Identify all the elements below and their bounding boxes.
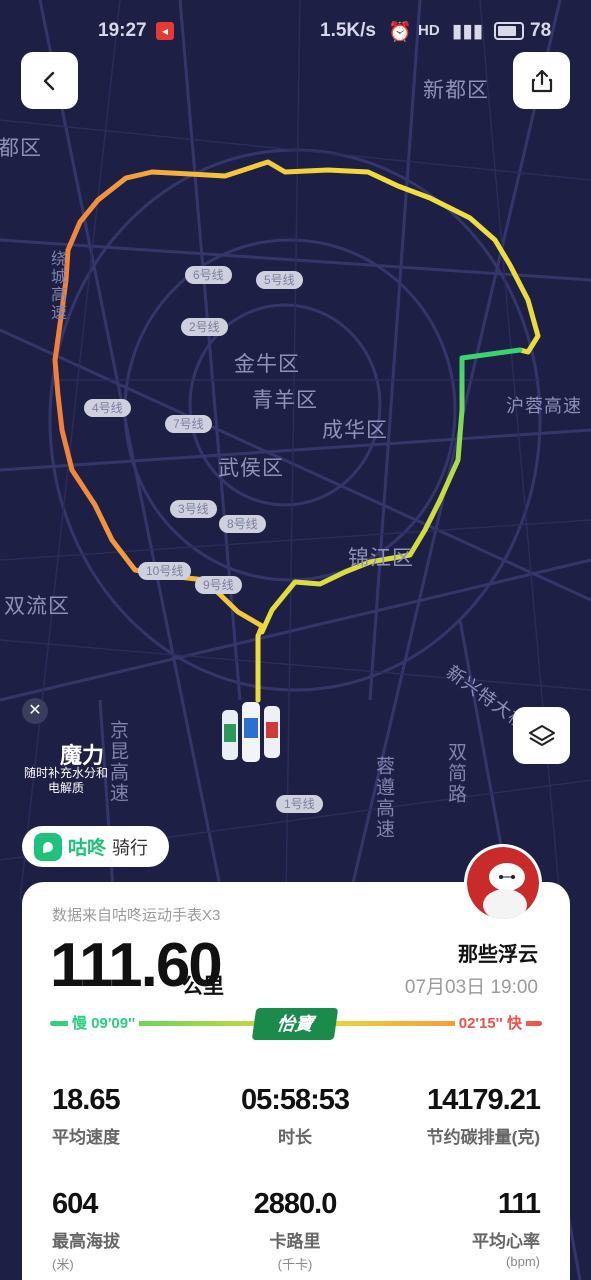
metro-line-badge: 3号线 — [170, 500, 217, 518]
activity-summary-card: 数据来自咕咚运动手表X3 111.60 公里 那些浮云 07月03日 19:00… — [22, 882, 570, 1280]
chevron-left-icon — [43, 71, 54, 90]
road-label: 沪蓉高速 — [506, 396, 582, 416]
codoon-logo-icon — [34, 832, 62, 861]
district-label: 成华区 — [322, 419, 388, 442]
activity-type: 骑行 — [112, 837, 149, 858]
signal-icon: ▮▮▮ — [452, 21, 484, 42]
metro-line-badge: 10号线 — [138, 562, 192, 580]
distance-unit: 公里 — [182, 975, 224, 998]
district-label: 双流区 — [4, 595, 70, 618]
stat-value: 05:58:53 — [240, 1084, 350, 1116]
map-layers-button[interactable] — [513, 707, 570, 764]
ad-close-button[interactable]: ✕ — [22, 698, 48, 724]
stat-max-altitude: 604 最高海拔 (米) — [52, 1188, 120, 1273]
speaker-icon: ◂ — [156, 22, 174, 40]
username[interactable]: 那些浮云 — [458, 938, 538, 967]
metro-line-badge: 5号线 — [256, 271, 303, 289]
drink-bottles-image[interactable] — [218, 696, 290, 768]
road-label: 蓉遵高速 — [373, 756, 394, 840]
network-speed: 1.5K/s — [320, 20, 376, 41]
ad-subtitle: 随时补充水分和电解质 — [23, 766, 108, 795]
share-button[interactable] — [513, 52, 570, 109]
stat-label: 卡路里 — [269, 1232, 321, 1251]
metro-line-badge: 7号线 — [165, 415, 212, 433]
metro-line-badge: 4号线 — [84, 399, 131, 417]
district-label: 武侯区 — [218, 457, 284, 480]
stat-value: 14179.21 — [427, 1084, 541, 1116]
district-label: 锦江区 — [348, 547, 414, 570]
stat-value: 18.65 — [52, 1084, 121, 1116]
district-label: 郫都区 — [0, 137, 42, 160]
road-label: 双简路 — [445, 742, 466, 805]
share-icon — [531, 69, 552, 92]
back-button[interactable] — [21, 52, 78, 109]
activity-datetime: 07月03日 19:00 — [404, 977, 538, 998]
status-time: 19:27 — [98, 20, 147, 41]
stat-duration: 05:58:53 时长 — [220, 1084, 370, 1148]
brand-name: 咕咚 — [68, 838, 107, 859]
stat-value: 604 — [52, 1188, 98, 1220]
stat-label: 平均速度 — [52, 1128, 120, 1147]
road-label: 绕城高速 — [48, 250, 65, 322]
pace-slow-label: 慢 09'09'' — [68, 1012, 140, 1033]
stat-unit: (米) — [52, 1257, 74, 1272]
layers-icon — [528, 724, 555, 746]
status-bar: 19:27 ◂ 1.5K/s ⏰ HD ▮▮▮ 78 — [0, 0, 591, 64]
stat-label: 最高海拔 — [52, 1232, 120, 1251]
stat-unit: (bpm) — [506, 1254, 540, 1269]
metro-line-badge: 2号线 — [181, 318, 228, 336]
avatar[interactable] — [464, 844, 542, 922]
pace-legend: 慢 09'09'' 02'15'' 快 怡寶 — [50, 1008, 542, 1040]
metro-line-badge: 9号线 — [195, 576, 242, 594]
stat-avg-speed: 18.65 平均速度 — [52, 1084, 121, 1148]
stat-carbon-saved: 14179.21 节约碳排量(克) — [426, 1084, 541, 1148]
metro-line-badge: 1号线 — [276, 795, 323, 813]
stat-label: 时长 — [278, 1128, 312, 1147]
battery-percent: 78 — [530, 20, 552, 41]
stat-label: 平均心率 — [472, 1232, 540, 1251]
district-label: 青羊区 — [252, 389, 318, 412]
alarm-icon: ⏰ — [388, 22, 412, 43]
data-source: 数据来自咕咚运动手表X3 — [52, 907, 221, 924]
metro-line-badge: 6号线 — [185, 266, 232, 284]
stat-label: 节约碳排量(克) — [426, 1128, 540, 1147]
metro-line-badge: 8号线 — [219, 515, 266, 533]
district-label: 金牛区 — [234, 353, 300, 376]
hd-icon: HD — [418, 22, 440, 39]
stat-calories: 2880.0 卡路里 (千卡) — [220, 1188, 370, 1273]
pace-fast-label: 02'15'' 快 — [454, 1012, 526, 1033]
stat-unit: (千卡) — [277, 1257, 313, 1272]
stat-value: 2880.0 — [253, 1188, 338, 1220]
battery-icon — [494, 22, 524, 40]
brand-badge[interactable]: 咕咚 骑行 — [22, 826, 169, 867]
stat-avg-heart-rate: 111 平均心率 (bpm) — [472, 1188, 541, 1269]
sponsor-logo: 怡寶 — [251, 1008, 339, 1040]
stat-value: 111 — [497, 1188, 541, 1220]
district-label: 新都区 — [423, 79, 489, 102]
